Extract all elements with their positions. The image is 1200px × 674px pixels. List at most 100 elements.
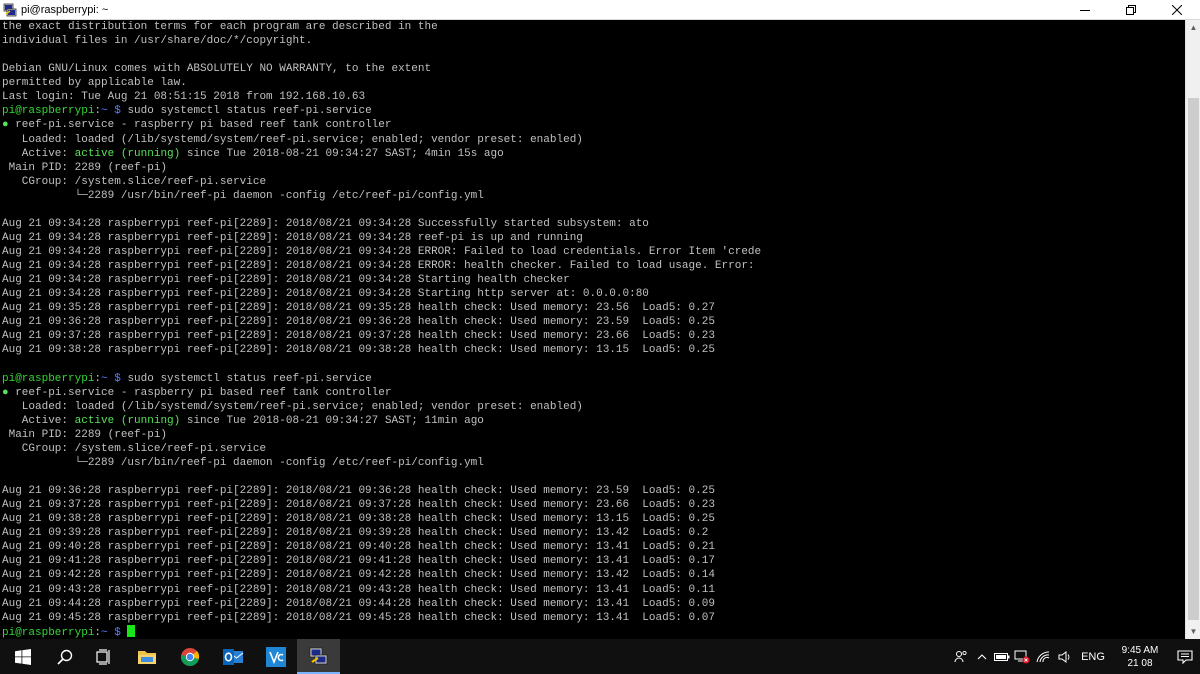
terminal-text: sudo systemctl status reef-pi.service (120, 372, 372, 385)
terminal-line: the exact distribution terms for each pr… (2, 20, 1185, 34)
restore-icon (1126, 5, 1136, 15)
battery-icon[interactable] (992, 639, 1012, 674)
terminal-line: Main PID: 2289 (reef-pi) (2, 161, 1185, 175)
close-button[interactable] (1154, 0, 1200, 20)
minimize-button[interactable] (1062, 0, 1108, 20)
people-icon[interactable] (949, 639, 972, 674)
putty-app-icon[interactable] (3, 3, 17, 17)
prompt-user-host: pi@raspberrypi (2, 372, 95, 385)
window-titlebar[interactable]: pi@raspberrypi: ~ (0, 0, 1200, 20)
prompt-user-host: pi@raspberrypi (2, 626, 95, 639)
terminal-text: individual files in /usr/share/doc/*/cop… (2, 35, 313, 48)
prompt-user-host: pi@raspberrypi (2, 105, 95, 118)
terminal-text: Aug 21 09:36:28 raspberrypi reef-pi[2289… (2, 485, 715, 498)
outlook-button[interactable] (211, 639, 254, 674)
terminal-text: CGroup: /system.slice/reef-pi.service (2, 442, 267, 455)
terminal-text: Aug 21 09:38:28 raspberrypi reef-pi[2289… (2, 513, 715, 526)
terminal-text: sudo systemctl status reef-pi.service (120, 105, 372, 118)
chevron-up-icon[interactable] (972, 639, 992, 674)
terminal-line: └─2289 /usr/bin/reef-pi daemon -config /… (2, 456, 1185, 470)
terminal-line: Active: active (running) since Tue 2018-… (2, 414, 1185, 428)
terminal-text: Aug 21 09:34:28 raspberrypi reef-pi[2289… (2, 217, 649, 230)
terminal-text: Debian GNU/Linux comes with ABSOLUTELY N… (2, 63, 432, 76)
system-clock[interactable]: 9:45 AM 21 08 (1110, 644, 1170, 670)
terminal-line: Debian GNU/Linux comes with ABSOLUTELY N… (2, 62, 1185, 76)
terminal-text: CGroup: /system.slice/reef-pi.service (2, 175, 267, 188)
terminal-text: Aug 21 09:34:28 raspberrypi reef-pi[2289… (2, 260, 755, 273)
file-explorer-button[interactable] (125, 639, 168, 674)
system-tray: ENG 9:45 AM 21 08 (949, 639, 1200, 674)
terminal-line: Aug 21 09:34:28 raspberrypi reef-pi[2289… (2, 273, 1185, 287)
volume-icon[interactable] (1054, 639, 1076, 674)
terminal-scrollbar[interactable]: ▲ ▼ (1185, 20, 1200, 639)
language-indicator[interactable]: ENG (1076, 651, 1110, 663)
terminal-line: Aug 21 09:38:28 raspberrypi reef-pi[2289… (2, 343, 1185, 357)
terminal-text: Aug 21 09:34:28 raspberrypi reef-pi[2289… (2, 231, 583, 244)
vscode-button[interactable] (254, 639, 297, 674)
terminal-text: Main PID: 2289 (reef-pi) (2, 161, 168, 174)
terminal-text: since Tue 2018-08-21 09:34:27 SAST; 11mi… (180, 414, 484, 427)
terminal-text: permitted by applicable law. (2, 77, 187, 90)
terminal-line: individual files in /usr/share/doc/*/cop… (2, 34, 1185, 48)
terminal-text: ● (2, 386, 9, 399)
terminal-line: Aug 21 09:36:28 raspberrypi reef-pi[2289… (2, 315, 1185, 329)
terminal-text: Aug 21 09:34:28 raspberrypi reef-pi[2289… (2, 288, 649, 301)
network-error-icon[interactable] (1012, 639, 1032, 674)
terminal-text: ● (2, 119, 9, 132)
terminal-line: └─2289 /usr/bin/reef-pi daemon -config /… (2, 189, 1185, 203)
vscode-icon (265, 646, 286, 667)
terminal-text: Aug 21 09:37:28 raspberrypi reef-pi[2289… (2, 499, 715, 512)
terminal-text: Active: (2, 414, 75, 427)
terminal-text: Aug 21 09:39:28 raspberrypi reef-pi[2289… (2, 527, 709, 540)
terminal-text: the exact distribution terms for each pr… (2, 21, 438, 33)
search-button[interactable] (46, 639, 83, 674)
minimize-icon (1080, 10, 1090, 11)
terminal-text: reef-pi.service - raspberry pi based ree… (8, 119, 392, 132)
terminal-line: Aug 21 09:36:28 raspberrypi reef-pi[2289… (2, 484, 1185, 498)
terminal-text: reef-pi.service - raspberry pi based ree… (8, 386, 392, 399)
chrome-button[interactable] (168, 639, 211, 674)
restore-button[interactable] (1108, 0, 1154, 20)
terminal-line: Last login: Tue Aug 21 08:51:15 2018 fro… (2, 90, 1185, 104)
terminal-text: Main PID: 2289 (reef-pi) (2, 428, 168, 441)
terminal-text: active (running) (74, 414, 181, 427)
terminal-text: Aug 21 09:43:28 raspberrypi reef-pi[2289… (2, 583, 715, 596)
terminal-line: Aug 21 09:41:28 raspberrypi reef-pi[2289… (2, 554, 1185, 568)
terminal-line: Active: active (running) since Tue 2018-… (2, 147, 1185, 161)
terminal-line: Aug 21 09:39:28 raspberrypi reef-pi[2289… (2, 526, 1185, 540)
terminal-line: Aug 21 09:38:28 raspberrypi reef-pi[2289… (2, 512, 1185, 526)
terminal-text: since Tue 2018-08-21 09:34:27 SAST; 4min… (180, 147, 504, 160)
search-icon (56, 649, 72, 665)
terminal-line: Aug 21 09:34:28 raspberrypi reef-pi[2289… (2, 259, 1185, 273)
terminal-line: Aug 21 09:35:28 raspberrypi reef-pi[2289… (2, 301, 1185, 315)
terminal-text: Aug 21 09:41:28 raspberrypi reef-pi[2289… (2, 555, 715, 568)
terminal-line: CGroup: /system.slice/reef-pi.service (2, 175, 1185, 189)
scrollbar-thumb[interactable] (1188, 98, 1199, 620)
action-center-button[interactable] (1170, 639, 1200, 674)
terminal-line: permitted by applicable law. (2, 76, 1185, 90)
terminal-line: Aug 21 09:40:28 raspberrypi reef-pi[2289… (2, 540, 1185, 554)
putty-icon (309, 647, 327, 664)
wifi-icon[interactable] (1032, 639, 1054, 674)
terminal-text: Aug 21 09:44:28 raspberrypi reef-pi[2289… (2, 597, 715, 610)
folder-icon (137, 650, 156, 664)
terminal-text: Loaded: loaded (/lib/systemd/system/reef… (2, 400, 583, 413)
terminal-line: Aug 21 09:34:28 raspberrypi reef-pi[2289… (2, 217, 1185, 231)
terminal-output[interactable]: the exact distribution terms for each pr… (0, 20, 1185, 639)
putty-button[interactable] (297, 639, 340, 674)
terminal-line: Aug 21 09:34:28 raspberrypi reef-pi[2289… (2, 287, 1185, 301)
scroll-down-arrow-icon[interactable]: ▼ (1186, 624, 1200, 639)
terminal-line: Aug 21 09:34:28 raspberrypi reef-pi[2289… (2, 231, 1185, 245)
scroll-up-arrow-icon[interactable]: ▲ (1186, 20, 1200, 35)
start-button[interactable] (0, 639, 46, 674)
terminal-line: Aug 21 09:42:28 raspberrypi reef-pi[2289… (2, 568, 1185, 582)
task-view-button[interactable] (83, 639, 125, 674)
terminal-cursor (127, 624, 136, 637)
task-view-icon (96, 648, 110, 665)
terminal-text: Loaded: loaded (/lib/systemd/system/reef… (2, 133, 583, 146)
